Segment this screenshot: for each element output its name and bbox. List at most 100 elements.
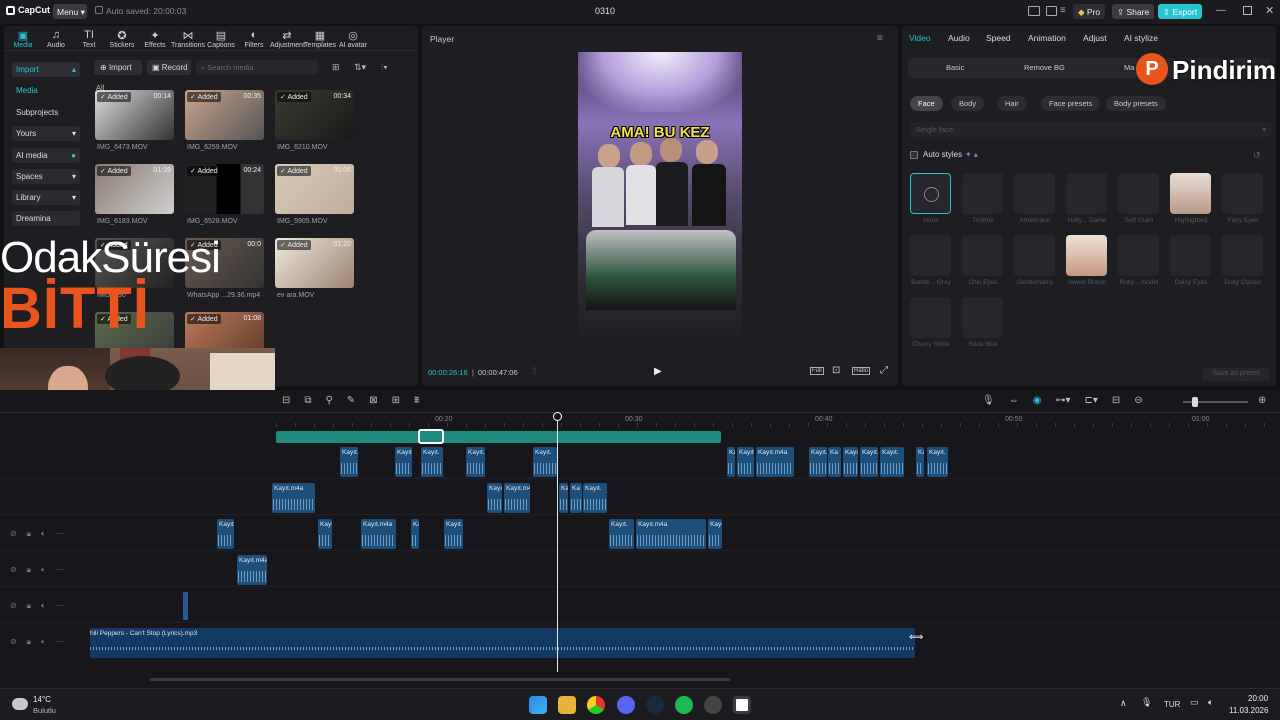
track-mute-icon[interactable]: 🔈︎ <box>41 529 46 539</box>
preset-15[interactable] <box>962 297 1003 338</box>
mic-tray-icon[interactable]: 🎙︎ <box>1141 697 1152 708</box>
tab-ai-stylize[interactable]: AI stylize <box>1124 33 1158 43</box>
tab-audio[interactable]: Audio <box>948 33 970 43</box>
timeline-scrollbar[interactable] <box>150 678 730 681</box>
preset-13[interactable] <box>1222 235 1263 276</box>
media-thumbnail[interactable]: ✓ Added 01:39 <box>95 164 174 214</box>
play-button[interactable]: ▶ <box>654 366 662 377</box>
audio-clip[interactable]: Kayıt.m4a <box>636 519 706 549</box>
audio-clip[interactable]: Ka <box>727 447 735 477</box>
record-button[interactable]: ▣ Record <box>147 60 191 75</box>
preset-11[interactable] <box>1118 235 1159 276</box>
export-button[interactable]: ⇪ Export <box>1158 4 1203 19</box>
tool-text[interactable]: TI Text <box>72 28 106 49</box>
audio-clip[interactable]: Ka <box>828 447 841 477</box>
crop-icon[interactable]: ⊠ <box>369 395 377 406</box>
chip-body-presets[interactable]: Body presets <box>1106 96 1166 111</box>
list-icon[interactable]: ≡ <box>1060 5 1066 16</box>
chip-face-presets[interactable]: Face presets <box>1041 96 1101 111</box>
playhead-handle[interactable] <box>553 412 562 421</box>
link-icon[interactable]: ⇔ <box>1009 395 1019 406</box>
audio-clip[interactable]: Kayıt.m4a <box>272 483 315 513</box>
small-clip[interactable] <box>183 592 188 620</box>
audio-clip[interactable]: Kayıt. <box>395 447 412 477</box>
preset-2[interactable] <box>1014 173 1055 214</box>
preview-axis-icon[interactable]: ⊏▾ <box>1084 395 1097 406</box>
clock-time[interactable]: 20:00 <box>1248 694 1268 703</box>
zoom-in-icon[interactable]: ⊕ <box>1258 395 1266 406</box>
capcut-taskbar-icon[interactable] <box>733 696 751 714</box>
tool-media[interactable]: ▣ Media <box>6 28 40 50</box>
media-thumbnail[interactable]: ✓ Added 01:20 <box>275 238 354 288</box>
preset-7[interactable] <box>910 235 951 276</box>
layout-icon[interactable] <box>1028 6 1040 16</box>
tab-video[interactable]: Video <box>909 33 931 43</box>
spotify-icon[interactable] <box>675 696 693 714</box>
tool-stickers[interactable]: ✪ Stickers <box>105 28 139 50</box>
menu-button[interactable]: Menu ▾ <box>53 4 87 19</box>
minimize-icon[interactable]: — <box>1216 5 1226 16</box>
subtab-basic[interactable]: Basic <box>946 63 964 72</box>
audio-clip[interactable]: Kayıt.m4a <box>504 483 530 513</box>
track-more-icon[interactable]: ⋯ <box>56 637 64 647</box>
audio-clip[interactable]: Kayıt. <box>927 447 948 477</box>
sidebar-item-media[interactable]: Media <box>12 83 80 98</box>
audio-clip[interactable]: Kayıt. <box>340 447 358 477</box>
sidebar-item-import[interactable]: Import ▴ <box>12 62 80 77</box>
subtab-remove-bg[interactable]: Remove BG <box>1024 63 1065 72</box>
sidebar-item-spaces[interactable]: Spaces ▾ <box>12 169 80 184</box>
audio-clip[interactable]: Kayıt. <box>583 483 607 513</box>
track-hide-icon[interactable]: ⊘ <box>10 637 17 647</box>
maximize-icon[interactable] <box>1243 6 1252 15</box>
media-thumbnail[interactable]: ✓ Added 00:34 <box>275 90 354 140</box>
close-icon[interactable]: ✕ <box>1265 4 1274 17</box>
preset-4[interactable] <box>1118 173 1159 214</box>
trim-handle-icon[interactable]: ⟺ <box>909 632 923 643</box>
snap-icon[interactable]: ⊶▾ <box>1055 395 1070 406</box>
audio-clip[interactable]: Kayıt. <box>737 447 754 477</box>
snapshot-icon[interactable]: ⊡ <box>832 365 840 376</box>
chip-hair[interactable]: Hair <box>997 96 1027 111</box>
tray-expand-icon[interactable]: ∧ <box>1120 698 1127 709</box>
playhead[interactable] <box>557 414 558 672</box>
preset-6[interactable] <box>1222 173 1263 214</box>
audio-clip[interactable]: Kayıt. <box>217 519 234 549</box>
project-title[interactable]: 0310 <box>595 6 615 16</box>
sidebar-item-dreamina[interactable]: Dreamina <box>12 211 80 226</box>
filter-icon[interactable]: ⫶▾ <box>381 62 388 73</box>
search-input[interactable]: ⌕ Search media <box>196 60 318 75</box>
view-toggle-icon[interactable]: ⊞ <box>332 62 340 73</box>
preset-3[interactable] <box>1066 173 1107 214</box>
tab-adjust[interactable]: Adjust <box>1083 33 1107 43</box>
track-more-icon[interactable]: ⋯ <box>56 529 64 539</box>
magic-icon[interactable]: ✎ <box>347 395 355 406</box>
track-mute-icon[interactable]: 🔈︎ <box>41 637 46 647</box>
ratio-button[interactable]: Ratio <box>852 367 871 375</box>
track-hide-icon[interactable]: ⊘ <box>10 565 17 575</box>
split-icon[interactable]: ⊟ <box>282 395 290 406</box>
audio-clip[interactable]: Kayıt. <box>533 447 557 477</box>
tool-audio[interactable]: ♫ Audio <box>39 28 73 49</box>
reset-icon[interactable]: ↺ <box>1253 150 1261 161</box>
other-app-icon[interactable] <box>704 696 722 714</box>
audio-clip[interactable]: Kayıt. <box>708 519 722 549</box>
preset-5[interactable] <box>1170 173 1211 214</box>
sort-icon[interactable]: ⇅▾ <box>354 62 366 73</box>
tab-animation[interactable]: Animation <box>1028 33 1066 43</box>
audio-clip[interactable]: Kayıt. <box>421 447 443 477</box>
fullscreen-icon[interactable]: ⤢ <box>880 365 888 376</box>
main-video-track[interactable] <box>276 431 721 443</box>
tool-templates[interactable]: ▦ Templates <box>303 28 337 50</box>
track-lock-icon[interactable]: 🔒︎ <box>27 601 31 611</box>
caption-track-icon[interactable]: ⊟ <box>1112 395 1120 406</box>
sidebar-item-subprojects[interactable]: Subprojects <box>12 105 80 120</box>
audio-clip[interactable]: Kayıt. <box>487 483 502 513</box>
pro-button[interactable]: ◆ Pro <box>1073 4 1106 19</box>
media-thumbnail[interactable]: ✓ Added 00:06 <box>275 164 354 214</box>
network-icon[interactable]: ▭ <box>1190 697 1199 708</box>
share-button[interactable]: ⇪ Share <box>1112 4 1155 19</box>
video-preview[interactable]: AMA! BU KEZ <box>578 52 742 342</box>
chip-face[interactable]: Face <box>910 96 943 111</box>
magnet-icon[interactable]: ◉ <box>1033 395 1042 406</box>
tab-speed[interactable]: Speed <box>986 33 1011 43</box>
